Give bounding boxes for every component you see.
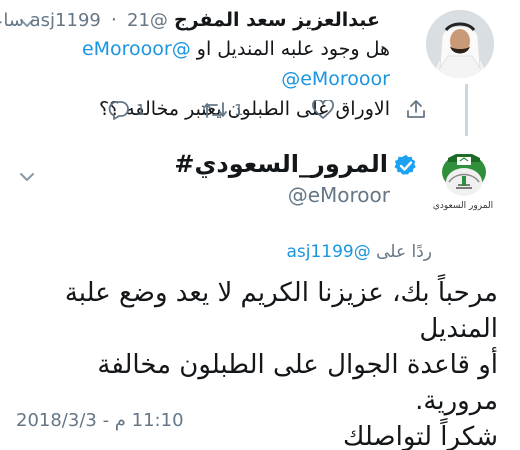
tweet-line2: أو قاعدة الجوال على الطبلون مخالفة مروري…	[97, 350, 498, 416]
reply-count: 1	[136, 101, 146, 119]
replying-to-link[interactable]: @asj1199	[286, 242, 370, 262]
tweet-line1: مرحباً بك، عزيزنا الكريم لا يعد وضع علبة…	[64, 278, 498, 344]
mention-link[interactable]: @eMorooor	[82, 38, 191, 60]
replying-prefix: ردًا على	[376, 242, 432, 262]
verified-badge-icon	[394, 154, 416, 175]
reply-display-name[interactable]: عبدالعزيز سعد المفرج	[174, 9, 380, 31]
reply-text-line1: هل وجود علبه المنديل او @eMorooor @eMoro…	[20, 34, 390, 94]
avatar[interactable]	[426, 10, 494, 78]
reply-tweet-header: عبدالعزيز سعد المفرج @asj1199 · 21 ساعة	[0, 9, 380, 31]
logo-caption: المرور السعودي	[432, 201, 494, 211]
reply-text-content: هل وجود علبه المنديل او	[196, 38, 390, 60]
thread-line	[465, 84, 468, 136]
retweet-count: 1	[234, 101, 244, 119]
share-icon	[407, 100, 425, 118]
main-display-name[interactable]: #المرور_السعودي	[174, 150, 388, 178]
retweet-action[interactable]: 1	[202, 100, 244, 120]
like-action[interactable]	[312, 100, 340, 120]
chevron-down-icon[interactable]	[18, 168, 36, 186]
reply-action[interactable]: 1	[108, 100, 146, 120]
reply-icon	[108, 101, 129, 120]
like-icon	[312, 100, 334, 119]
main-handle[interactable]: @eMoroor	[288, 183, 390, 207]
share-action[interactable]	[405, 98, 433, 120]
replying-to-line: ردًا على @asj1199	[286, 242, 432, 262]
separator-dot: ·	[110, 9, 117, 31]
tweet-timestamp[interactable]: 11:10 م - 2018/3/3	[16, 410, 184, 431]
user-avatar-image	[426, 10, 494, 78]
retweet-icon	[203, 102, 227, 118]
mention-link[interactable]: @eMorooor	[281, 68, 390, 90]
